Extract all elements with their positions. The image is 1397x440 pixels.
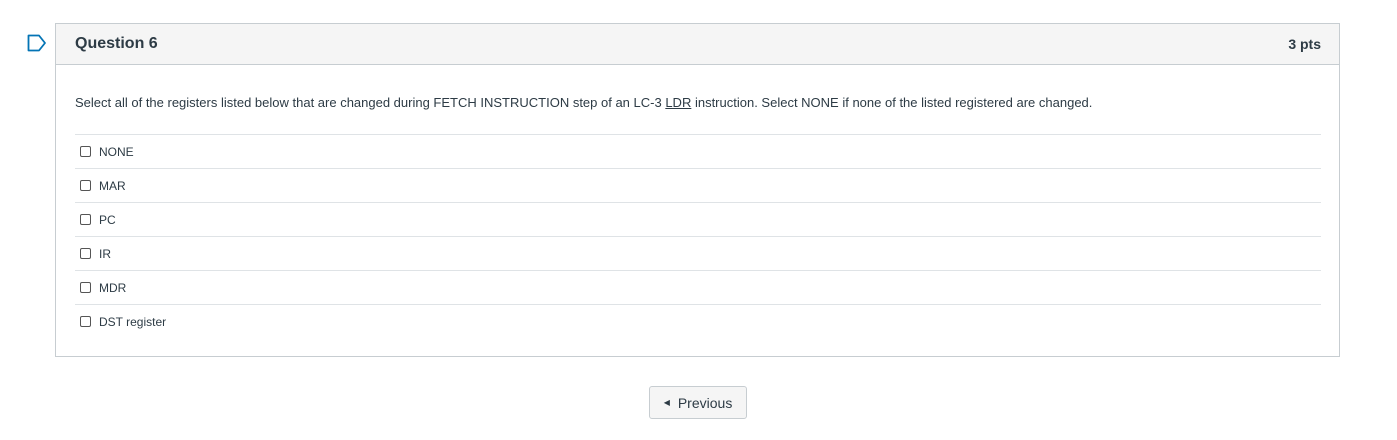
- answer-option[interactable]: DST register: [75, 305, 1321, 338]
- previous-button[interactable]: ◀ Previous: [649, 386, 747, 419]
- answer-label: MAR: [99, 178, 126, 193]
- answer-option[interactable]: MDR: [75, 271, 1321, 305]
- answer-label: DST register: [99, 314, 167, 329]
- answer-checkbox[interactable]: [80, 316, 91, 327]
- answer-option[interactable]: MAR: [75, 169, 1321, 203]
- answer-checkbox[interactable]: [80, 248, 91, 259]
- question-body: Select all of the registers listed below…: [56, 94, 1339, 338]
- answer-checkbox[interactable]: [80, 146, 91, 157]
- question-text-end: instruction. Select NONE if none of the …: [691, 95, 1093, 110]
- question-header: Question 6 3 pts: [56, 24, 1339, 65]
- question-card: Question 6 3 pts Select all of the regis…: [55, 23, 1340, 357]
- flag-outline-icon[interactable]: [27, 34, 47, 52]
- answer-option[interactable]: PC: [75, 203, 1321, 237]
- question-text-ldr: LDR: [665, 95, 692, 110]
- question-title: Question 6: [75, 35, 158, 52]
- question-text-start: Select all of the registers listed below…: [75, 95, 666, 110]
- answer-option[interactable]: NONE: [75, 135, 1321, 169]
- question-points: 3 pts: [1288, 36, 1321, 52]
- answer-label: MDR: [99, 280, 127, 295]
- answer-option[interactable]: IR: [75, 237, 1321, 271]
- question-text: Select all of the registers listed below…: [75, 94, 1321, 112]
- answer-label: IR: [99, 246, 111, 261]
- answer-checkbox[interactable]: [80, 214, 91, 225]
- answer-label: NONE: [99, 144, 134, 159]
- answer-list: NONE MAR PC IR MDR DST register: [75, 134, 1321, 338]
- answer-label: PC: [99, 212, 116, 227]
- previous-label: Previous: [677, 394, 733, 411]
- answer-checkbox[interactable]: [80, 282, 91, 293]
- triangle-left-icon: ◀: [663, 398, 670, 407]
- answer-checkbox[interactable]: [80, 180, 91, 191]
